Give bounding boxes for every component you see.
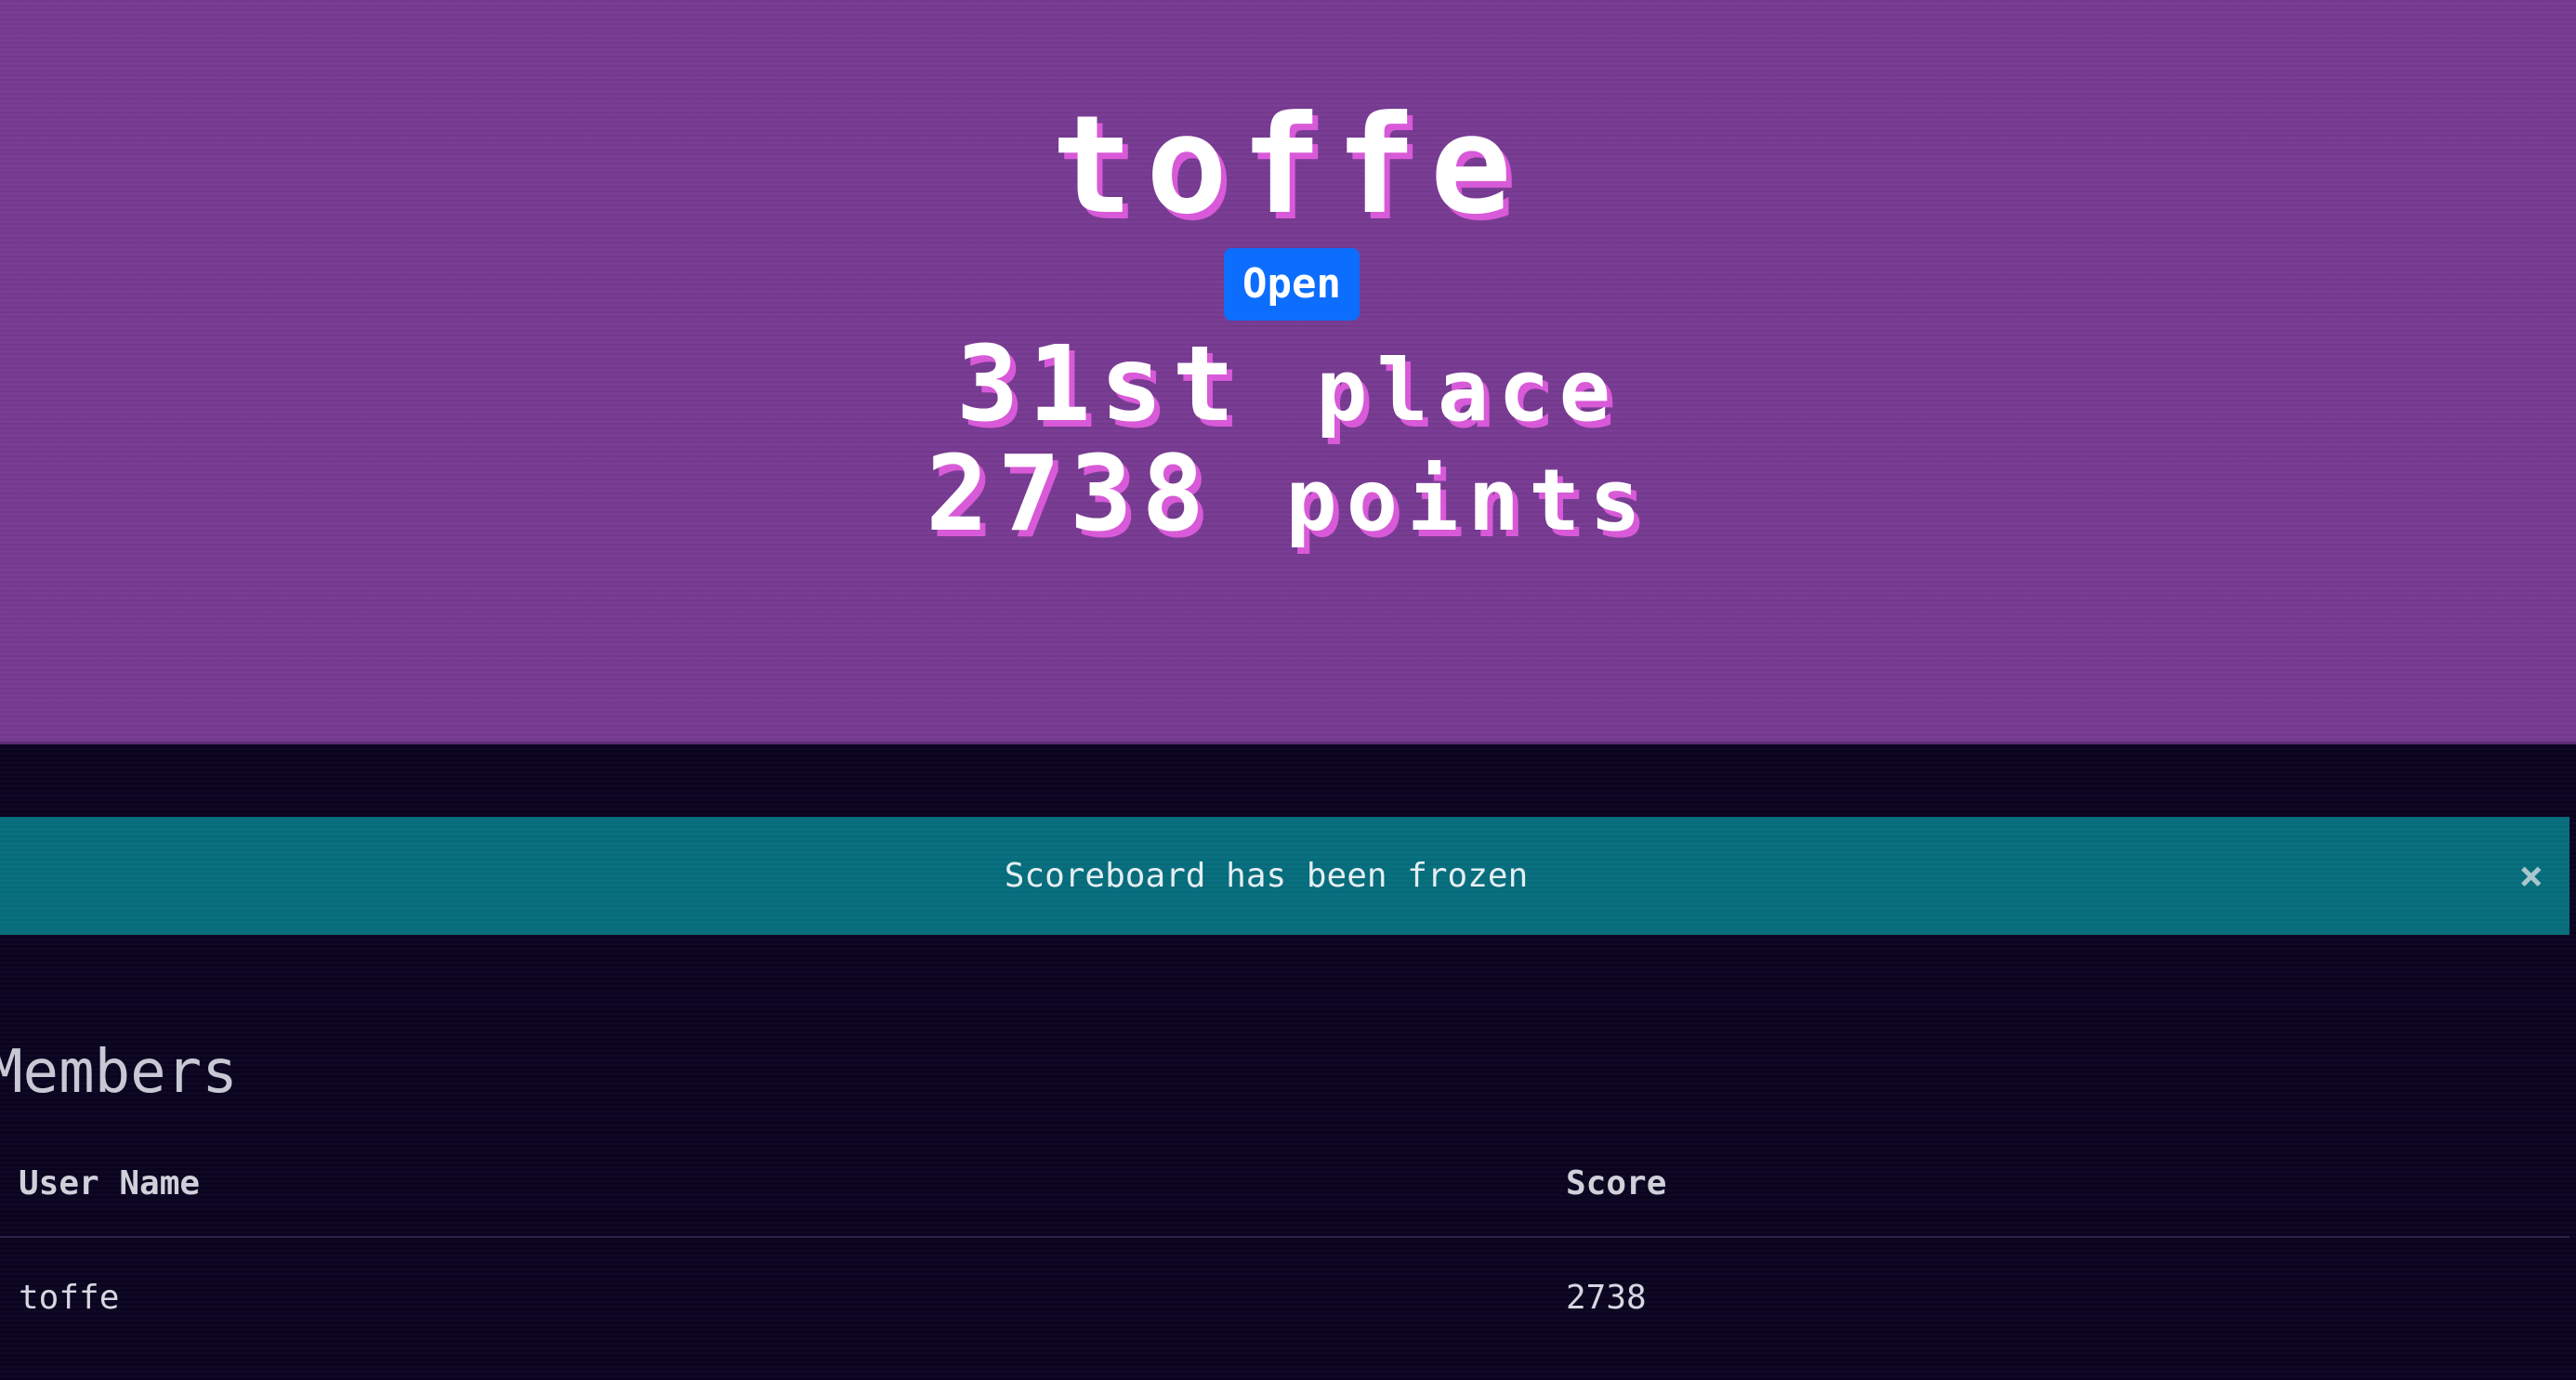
status-badge: Open [1224,248,1360,321]
members-heading: Members [0,1038,238,1107]
team-page: toffe Open 31st place 2738 points Scoreb… [0,0,2576,1380]
place-word: place [1316,341,1621,440]
status-badge-container: Open [0,248,2576,321]
column-header-user-name[interactable]: User Name [19,1141,200,1227]
table-row: toffe 2738 [0,1238,2569,1347]
members-table: User Name Score toffe 2738 [0,1141,2569,1347]
member-name-link[interactable]: toffe [19,1238,119,1359]
place-number: 31st [955,324,1244,445]
close-icon[interactable]: × [2519,817,2544,935]
team-points: 2738 points [0,437,2576,559]
scoreboard-frozen-alert: Scoreboard has been frozen × [0,817,2569,935]
points-number: 2738 [926,434,1214,555]
table-header-row: User Name Score [0,1141,2569,1238]
team-name: toffe [1051,86,1525,244]
team-place: 31st place [0,327,2576,449]
member-score: 2738 [1566,1279,1647,1317]
column-header-score[interactable]: Score [1566,1141,1666,1227]
team-hero: toffe Open 31st place 2738 points [0,0,2576,744]
points-word: points [1285,451,1650,550]
alert-message: Scoreboard has been frozen [1004,857,1529,895]
